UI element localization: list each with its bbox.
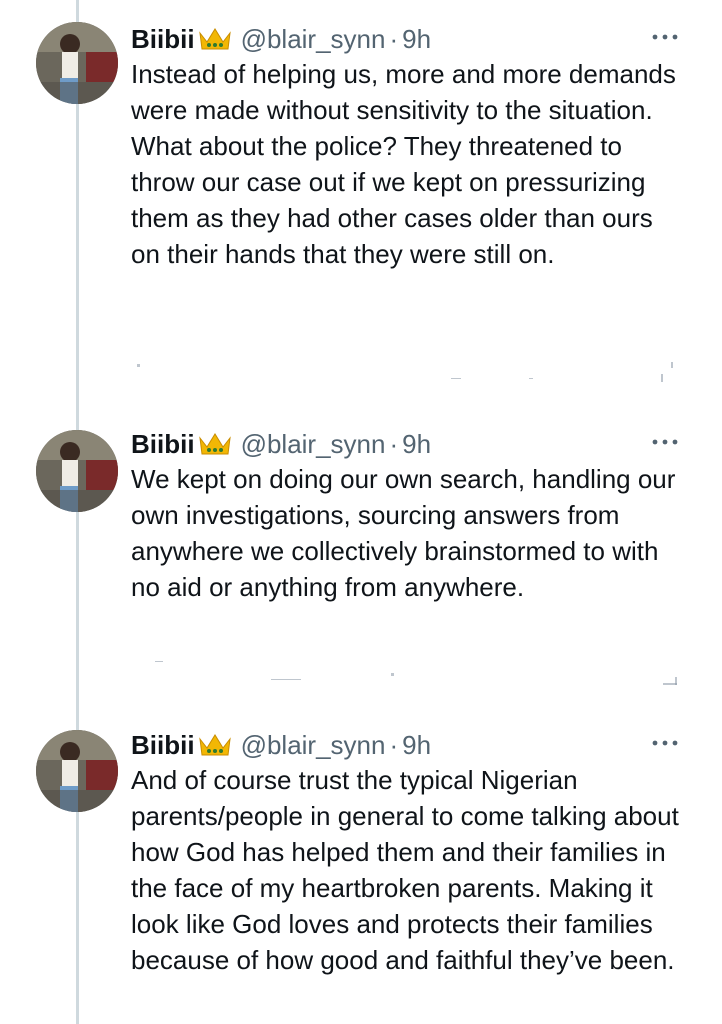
separator-dot: · xyxy=(389,729,399,760)
more-icon[interactable] xyxy=(648,30,682,44)
crown-icon xyxy=(197,25,233,53)
display-name[interactable]: Biibii xyxy=(131,730,195,761)
crown-icon xyxy=(197,731,233,759)
tweet-action-bar[interactable] xyxy=(131,655,686,695)
avatar[interactable] xyxy=(36,730,118,812)
more-icon[interactable] xyxy=(648,435,682,449)
display-name[interactable]: Biibii xyxy=(131,429,195,460)
separator-dot: · xyxy=(389,428,399,459)
avatar[interactable] xyxy=(36,430,118,512)
thread-line xyxy=(76,0,79,1024)
user-handle[interactable]: @blair_synn xyxy=(241,429,386,460)
tweet-text: And of course trust the typical Nigerian… xyxy=(131,765,687,975)
user-handle[interactable]: @blair_synn xyxy=(241,24,386,55)
display-name[interactable]: Biibii xyxy=(131,24,195,55)
avatar[interactable] xyxy=(36,22,118,104)
tweet-text: Instead of helping us, more and more dem… xyxy=(131,59,676,269)
user-handle[interactable]: @blair_synn xyxy=(241,730,386,761)
crown-icon xyxy=(197,430,233,458)
timestamp[interactable]: 9h xyxy=(402,730,431,761)
separator-dot: · xyxy=(389,23,399,54)
timestamp[interactable]: 9h xyxy=(402,429,431,460)
timestamp[interactable]: 9h xyxy=(402,24,431,55)
tweet-action-bar[interactable] xyxy=(131,358,686,398)
tweet-text: We kept on doing our own search, handlin… xyxy=(131,464,683,602)
more-icon[interactable] xyxy=(648,736,682,750)
